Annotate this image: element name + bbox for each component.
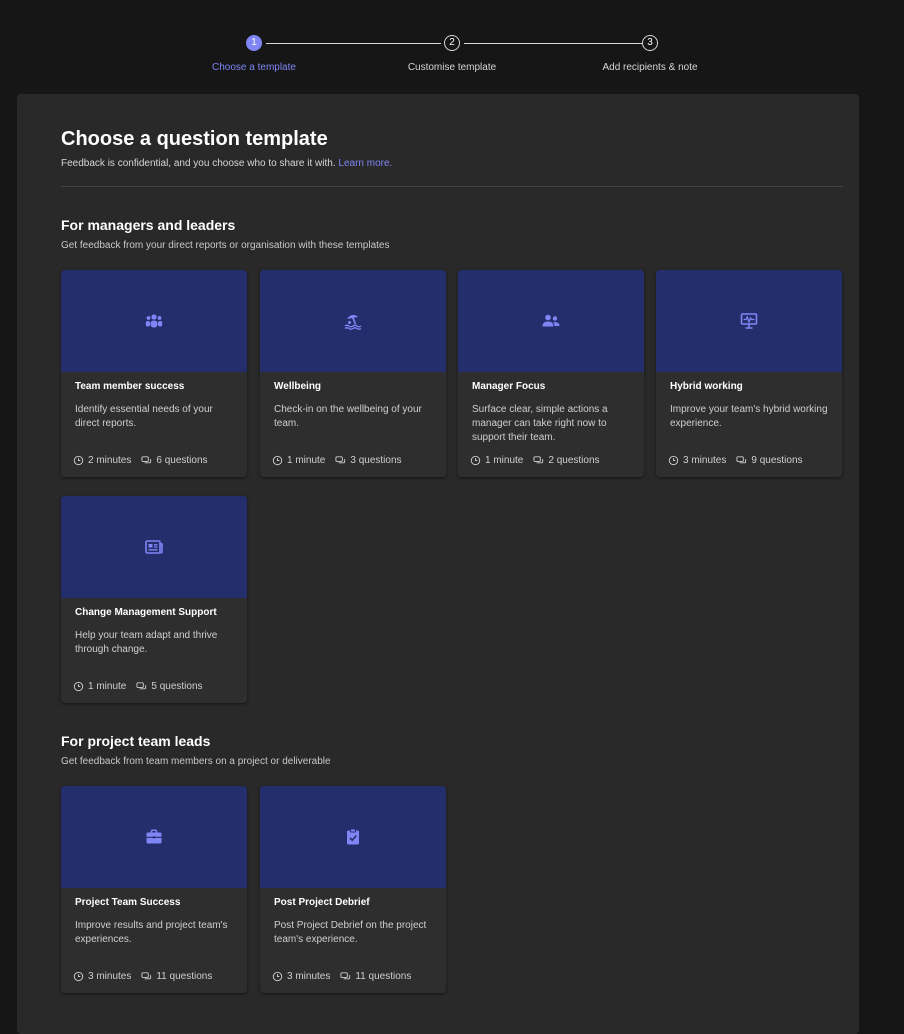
beach-icon: [344, 314, 362, 330]
card-duration: 3 minutes: [88, 971, 132, 982]
card-meta: 1 minute 3 questions: [272, 455, 402, 466]
card-duration: 1 minute: [485, 455, 524, 466]
card-title: Wellbeing: [274, 381, 322, 392]
card-question-count: 6 questions: [156, 455, 208, 466]
chat-icon: [340, 972, 351, 980]
section-title-managers: For managers and leaders: [61, 217, 236, 233]
step-1-label[interactable]: Choose a template: [174, 62, 334, 73]
card-question-count: 11 questions: [355, 971, 412, 982]
card-banner: [61, 270, 247, 372]
page-subtitle: Feedback is confidential, and you choose…: [61, 158, 392, 169]
card-title: Team member success: [75, 381, 185, 392]
learn-more-link[interactable]: Learn more.: [338, 158, 392, 169]
step-1-indicator[interactable]: 1: [246, 35, 262, 51]
section-title-project-leads: For project team leads: [61, 733, 211, 749]
step-connector: [464, 43, 642, 44]
card-description: Improve results and project team's exper…: [75, 920, 228, 945]
card-duration: 3 minutes: [287, 971, 331, 982]
step-2-label: Customise template: [407, 62, 497, 73]
card-question-count: 5 questions: [151, 681, 203, 692]
card-description: Check-in on the wellbeing of your team.: [274, 404, 422, 429]
card-banner: [656, 270, 842, 372]
card-description: Improve your team's hybrid working exper…: [670, 404, 828, 429]
step-3-indicator[interactable]: 3: [642, 35, 658, 51]
template-panel: Choose a question template Feedback is c…: [17, 94, 859, 1034]
clipboard-check-icon: [347, 828, 359, 845]
card-banner: [458, 270, 644, 372]
card-description: Help your team adapt and thrive through …: [75, 630, 218, 655]
card-title: Project Team Success: [75, 897, 181, 908]
template-card-post-project-debrief[interactable]: Post Project Debrief Post Project Debrie…: [260, 786, 446, 993]
briefcase-icon: [146, 829, 162, 844]
clock-icon: [668, 455, 679, 466]
chat-icon: [136, 682, 147, 690]
step-connector: [266, 43, 441, 44]
clock-icon: [272, 971, 283, 982]
news-icon: [145, 540, 163, 554]
clock-icon: [73, 681, 84, 692]
card-description: Post Project Debrief on the project team…: [274, 920, 427, 945]
card-meta: 3 minutes 11 questions: [272, 971, 411, 982]
card-meta: 3 minutes 9 questions: [668, 455, 803, 466]
card-banner: [260, 270, 446, 372]
card-title: Hybrid working: [670, 381, 743, 392]
template-card-hybrid-working[interactable]: Hybrid working Improve your team's hybri…: [656, 270, 842, 477]
card-banner: [260, 786, 446, 888]
chat-icon: [533, 456, 544, 464]
clock-icon: [272, 455, 283, 466]
card-meta: 2 minutes 6 questions: [73, 455, 208, 466]
chat-icon: [141, 972, 152, 980]
subtitle-text: Feedback is confidential, and you choose…: [61, 158, 336, 169]
clock-icon: [470, 455, 481, 466]
template-card-manager-focus[interactable]: Manager Focus Surface clear, simple acti…: [458, 270, 644, 477]
card-duration: 3 minutes: [683, 455, 727, 466]
clock-icon: [73, 455, 84, 466]
stepper: 1 2 3 Choose a template Customise templa…: [0, 0, 904, 94]
card-duration: 2 minutes: [88, 455, 132, 466]
card-description: Surface clear, simple actions a manager …: [472, 404, 608, 443]
card-duration: 1 minute: [88, 681, 127, 692]
card-question-count: 3 questions: [350, 455, 402, 466]
card-duration: 1 minute: [287, 455, 326, 466]
card-question-count: 9 questions: [751, 455, 803, 466]
monitor-icon: [740, 313, 758, 329]
template-card-change-management-support[interactable]: Change Management Support Help your team…: [61, 496, 247, 703]
template-card-wellbeing[interactable]: Wellbeing Check-in on the wellbeing of y…: [260, 270, 446, 477]
team-icon: [145, 314, 163, 328]
clock-icon: [73, 971, 84, 982]
divider: [61, 186, 843, 187]
card-banner: [61, 786, 247, 888]
card-description: Identify essential needs of your direct …: [75, 404, 213, 429]
card-banner: [61, 496, 247, 598]
step-3-label: Add recipients & note: [602, 62, 698, 73]
section-subtitle-project-leads: Get feedback from team members on a proj…: [61, 756, 331, 767]
chat-icon: [335, 456, 346, 464]
chat-icon: [736, 456, 747, 464]
card-title: Post Project Debrief: [274, 897, 370, 908]
card-title: Change Management Support: [75, 607, 217, 618]
people-icon: [542, 314, 560, 327]
card-question-count: 2 questions: [548, 455, 600, 466]
step-2-indicator[interactable]: 2: [444, 35, 460, 51]
chat-icon: [141, 456, 152, 464]
section-subtitle-managers: Get feedback from your direct reports or…: [61, 240, 390, 251]
card-meta: 1 minute 2 questions: [470, 455, 600, 466]
card-title: Manager Focus: [472, 381, 546, 392]
template-card-team-member-success[interactable]: Team member success Identify essential n…: [61, 270, 247, 477]
card-question-count: 11 questions: [156, 971, 213, 982]
card-meta: 1 minute 5 questions: [73, 681, 203, 692]
page-title: Choose a question template: [61, 128, 328, 150]
card-meta: 3 minutes 11 questions: [73, 971, 212, 982]
template-card-project-team-success[interactable]: Project Team Success Improve results and…: [61, 786, 247, 993]
